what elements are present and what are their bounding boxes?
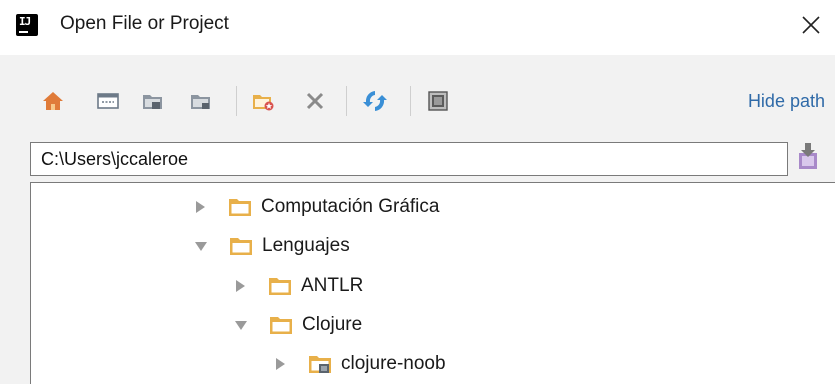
tree-item-clojure[interactable]: Clojure [235,307,363,343]
intellij-logo-icon: IJ [16,14,38,36]
tree-item-label: Computación Gráfica [261,196,440,217]
delete-icon[interactable] [302,88,328,114]
desktop-icon[interactable] [95,88,121,114]
refresh-icon[interactable] [362,88,388,114]
expand-arrow-icon[interactable] [276,358,285,370]
collapse-arrow-icon[interactable] [195,241,207,251]
tree-item-label: clojure-noob [341,353,446,374]
tree-item-computacion-grafica[interactable]: Computación Gráfica [196,189,439,225]
dialog-title: Open File or Project [60,13,229,34]
tree-item-label: Lenguajes [262,235,350,256]
folder-icon [270,317,292,334]
module-folder-icon[interactable] [188,88,214,114]
tree-item-label: Clojure [302,314,363,335]
load-path-icon[interactable] [794,139,822,175]
tree-item-label: ANTLR [301,275,364,296]
toolbar-separator [410,86,411,116]
show-hidden-icon[interactable] [425,88,451,114]
expand-arrow-icon[interactable] [196,201,205,213]
tree-item-lenguajes[interactable]: Lenguajes [195,228,350,264]
toolbar-separator [236,86,237,116]
file-tree: Computación Gráfica Lenguajes ANTLR Cloj… [30,182,835,384]
expand-arrow-icon[interactable] [236,280,245,292]
folder-icon [269,278,291,295]
home-icon[interactable] [40,88,66,114]
path-input[interactable] [30,142,788,176]
toolbar [0,78,835,124]
folder-icon [229,199,251,216]
project-folder-icon [309,356,331,373]
tree-item-clojure-noob[interactable]: clojure-noob [276,346,446,382]
close-icon[interactable] [796,10,826,40]
folder-icon [230,238,252,255]
hide-path-link[interactable]: Hide path [748,91,825,112]
toolbar-separator [346,86,347,116]
new-folder-icon[interactable] [250,88,276,114]
project-folder-icon[interactable] [140,88,166,114]
collapse-arrow-icon[interactable] [235,320,247,330]
title-bar: IJ Open File or Project [0,0,835,55]
tree-item-antlr[interactable]: ANTLR [236,268,363,304]
